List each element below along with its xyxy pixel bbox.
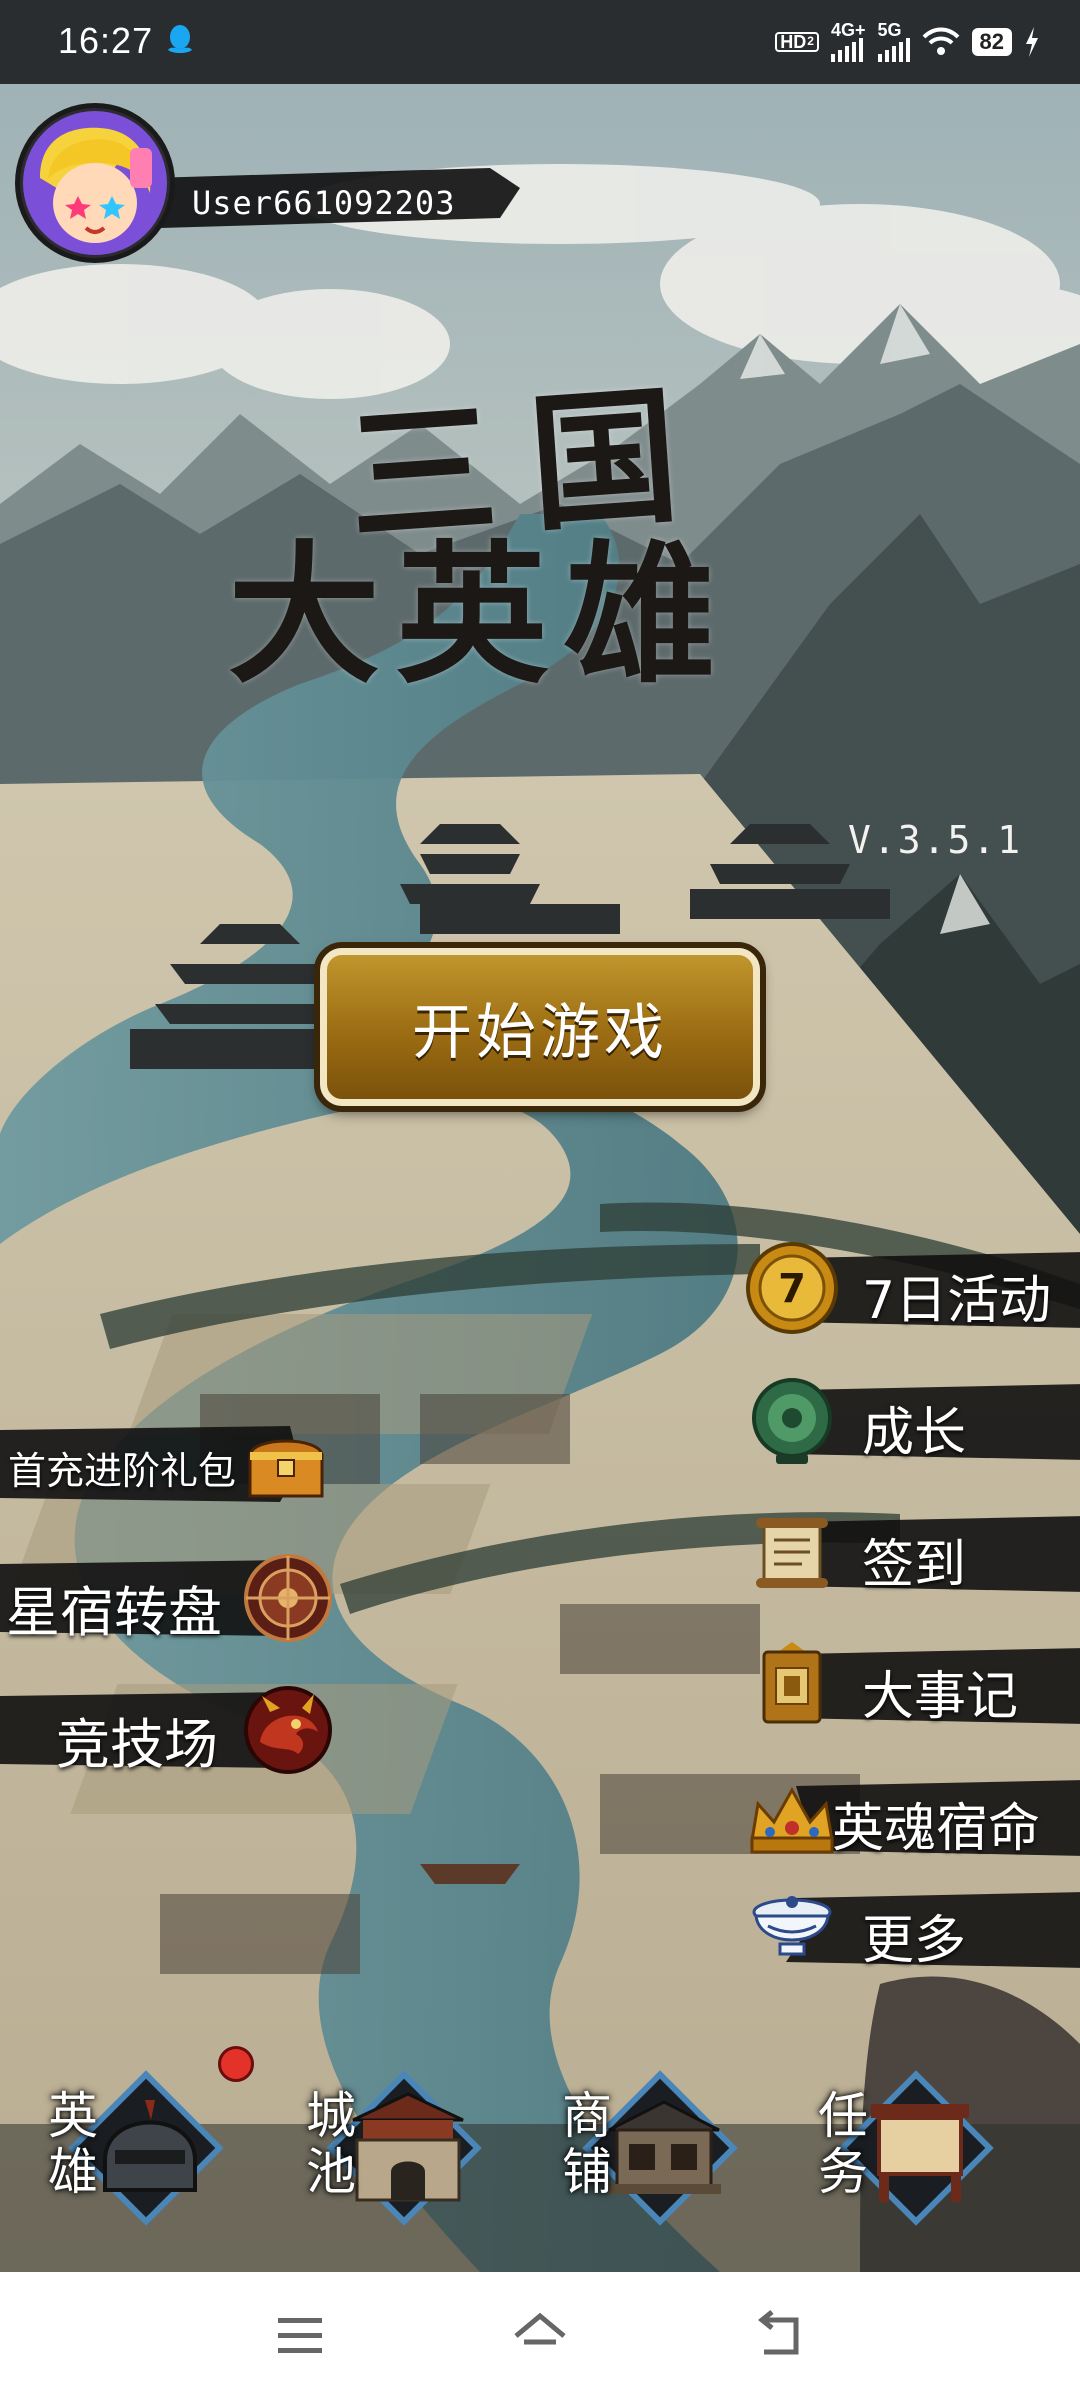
username-label[interactable]: User661092203 — [192, 184, 455, 222]
tab-city[interactable]: 城池 — [288, 2050, 508, 2240]
tab-city-label: 城池 — [306, 2087, 356, 2201]
menu-hero-fate[interactable]: 英魂宿命 — [746, 1768, 1080, 1864]
network-5g-label: 5G — [877, 20, 902, 40]
tab-shop[interactable]: 商铺 — [544, 2050, 764, 2240]
dragon-icon — [244, 1686, 332, 1774]
menu-sign-in-label: 签到 — [862, 1535, 967, 1595]
qq-notification-icon — [168, 25, 192, 53]
status-indicators: HD 2 4G+ 5G 82 — [775, 20, 1040, 62]
shop-icon — [607, 2100, 721, 2194]
menu-7-day-event-label: 7日活动 — [862, 1271, 1052, 1331]
menu-first-recharge-label: 首充进阶礼包 — [8, 1449, 237, 1493]
menu-more[interactable]: 更多 — [746, 1880, 1080, 1976]
crown-icon — [750, 1786, 834, 1854]
back-nav-icon[interactable] — [750, 2308, 810, 2364]
tab-shop-label: 商铺 — [562, 2087, 612, 2201]
menu-chronicle-label: 大事记 — [862, 1667, 1019, 1727]
wheel-icon — [244, 1554, 332, 1642]
start-game-label: 开始游戏 — [412, 997, 668, 1068]
version-label: V.3.5.1 — [848, 818, 1023, 862]
menu-more-label: 更多 — [862, 1911, 967, 1971]
tab-quests-label: 任务 — [818, 2087, 868, 2201]
menu-first-recharge-pack[interactable]: 首充进阶礼包 — [0, 1416, 340, 1512]
gate-icon — [352, 2092, 464, 2202]
avatar-character-icon — [23, 111, 167, 255]
game-title-line2: 大英雄 — [228, 525, 732, 704]
bowl-icon — [752, 1896, 832, 1956]
coin-7-icon: 7 — [746, 1242, 838, 1334]
menu-growth-label: 成长 — [862, 1403, 967, 1463]
game-home-screen: 16:27 HD 2 4G+ 5G 82 User661092203 三国 大英… — [0, 0, 1080, 2400]
hd-sub-label: 2 — [807, 34, 814, 48]
menu-hero-fate-label: 英魂宿命 — [832, 1799, 1041, 1859]
coin-7-badge-text: 7 — [778, 1266, 806, 1312]
home-nav-icon[interactable] — [510, 2308, 570, 2364]
tab-heroes-label: 英雄 — [48, 2087, 98, 2201]
start-game-button[interactable]: 开始游戏 — [320, 948, 760, 1106]
menu-arena-label: 竞技场 — [56, 1713, 218, 1776]
status-bar: 16:27 HD 2 4G+ 5G 82 — [0, 0, 1080, 84]
tab-heroes[interactable]: 英雄 — [30, 2050, 250, 2240]
system-navigation-bar — [0, 2272, 1080, 2400]
book-icon — [762, 1642, 822, 1724]
menu-chronicle[interactable]: 大事记 — [746, 1636, 1080, 1732]
menu-star-wheel-label: 星宿转盘 — [6, 1581, 222, 1644]
helmet-icon — [103, 2100, 197, 2192]
battery-level: 82 — [971, 28, 1012, 56]
charging-bolt-icon — [1026, 27, 1038, 57]
quest-board-icon — [871, 2104, 969, 2202]
network-4g-label: 4G+ — [830, 20, 866, 40]
menu-sign-in[interactable]: 签到 — [746, 1504, 1080, 1600]
menu-arena[interactable]: 竞技场 — [0, 1682, 340, 1778]
heroes-notification-dot — [218, 2046, 254, 2082]
menu-star-wheel[interactable]: 星宿转盘 — [0, 1550, 340, 1646]
hd-label: HD — [780, 32, 807, 52]
chest-icon — [248, 1439, 324, 1498]
tab-quests[interactable]: 任务 — [800, 2050, 1020, 2240]
game-title: 三国 大英雄 — [228, 366, 810, 691]
scroll-icon — [756, 1518, 828, 1588]
signal-4g-icon — [830, 38, 863, 62]
signal-5g-icon — [877, 38, 910, 62]
menu-7-day-event[interactable]: 7 7日活动 — [746, 1240, 1080, 1336]
status-time: 16:27 — [58, 20, 154, 61]
menu-nav-icon[interactable] — [270, 2308, 330, 2364]
wifi-icon — [922, 27, 959, 55]
user-avatar[interactable] — [20, 108, 170, 258]
menu-growth[interactable]: 成长 — [746, 1372, 1080, 1468]
jade-icon — [752, 1378, 832, 1464]
